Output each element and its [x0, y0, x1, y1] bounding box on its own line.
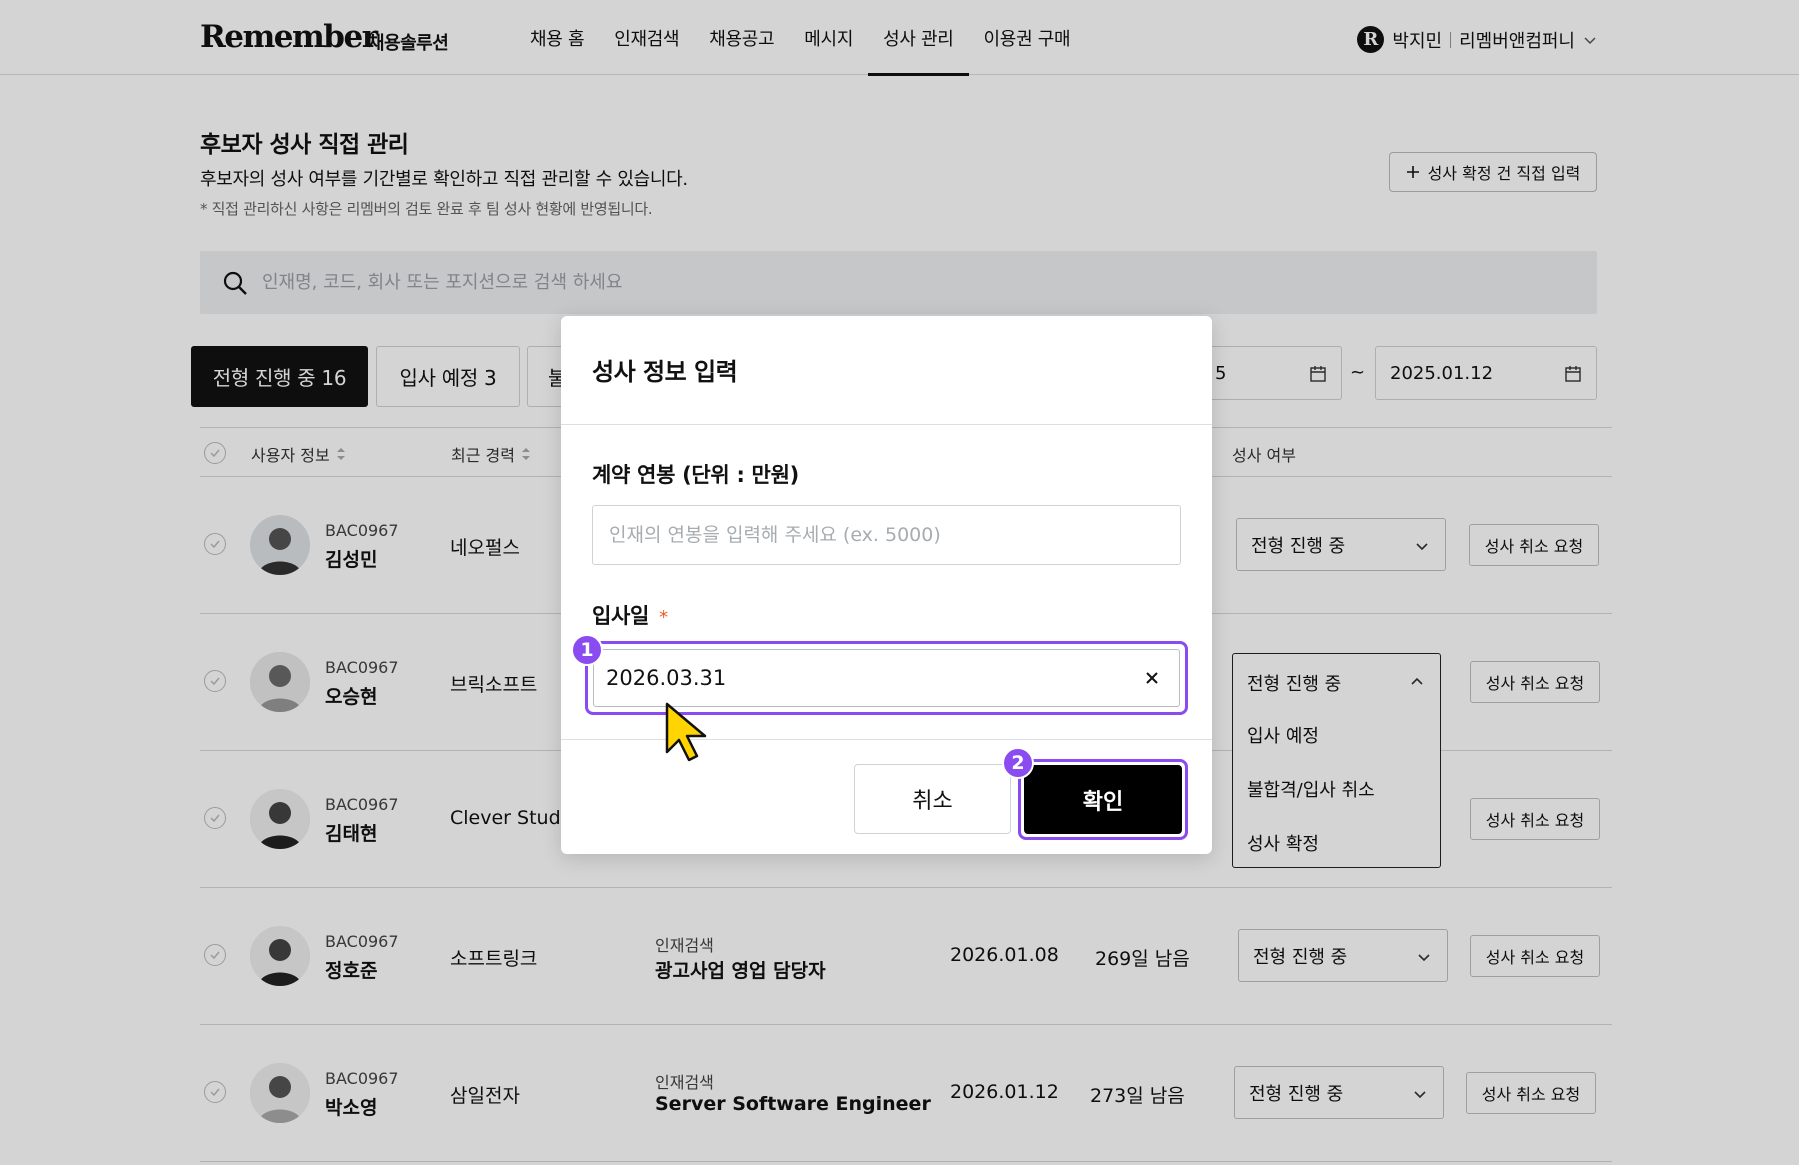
- close-icon[interactable]: [1143, 669, 1161, 687]
- confirm-highlight: 확인: [1018, 759, 1188, 840]
- cancel-button[interactable]: 취소: [854, 764, 1011, 834]
- confirm-button[interactable]: 확인: [1024, 765, 1182, 834]
- placement-info-modal: 성사 정보 입력 계약 연봉 (단위 : 만원) 입사일 * 2026.03.31…: [561, 316, 1212, 854]
- salary-label: 계약 연봉 (단위 : 만원): [592, 463, 799, 487]
- step-marker-2: 2: [1002, 747, 1034, 779]
- modal-title: 성사 정보 입력: [592, 358, 738, 386]
- modal-divider: [561, 739, 1212, 740]
- start-date-value: 2026.03.31: [606, 666, 727, 690]
- required-mark: *: [659, 607, 668, 628]
- mouse-cursor-icon: [665, 702, 707, 762]
- modal-divider: [561, 424, 1212, 425]
- start-date-label: 입사일 *: [592, 600, 668, 630]
- start-date-label-text: 입사일: [592, 604, 650, 628]
- salary-input[interactable]: [592, 505, 1181, 565]
- start-date-field[interactable]: 2026.03.31: [593, 649, 1180, 707]
- step-marker-1: 1: [571, 634, 603, 666]
